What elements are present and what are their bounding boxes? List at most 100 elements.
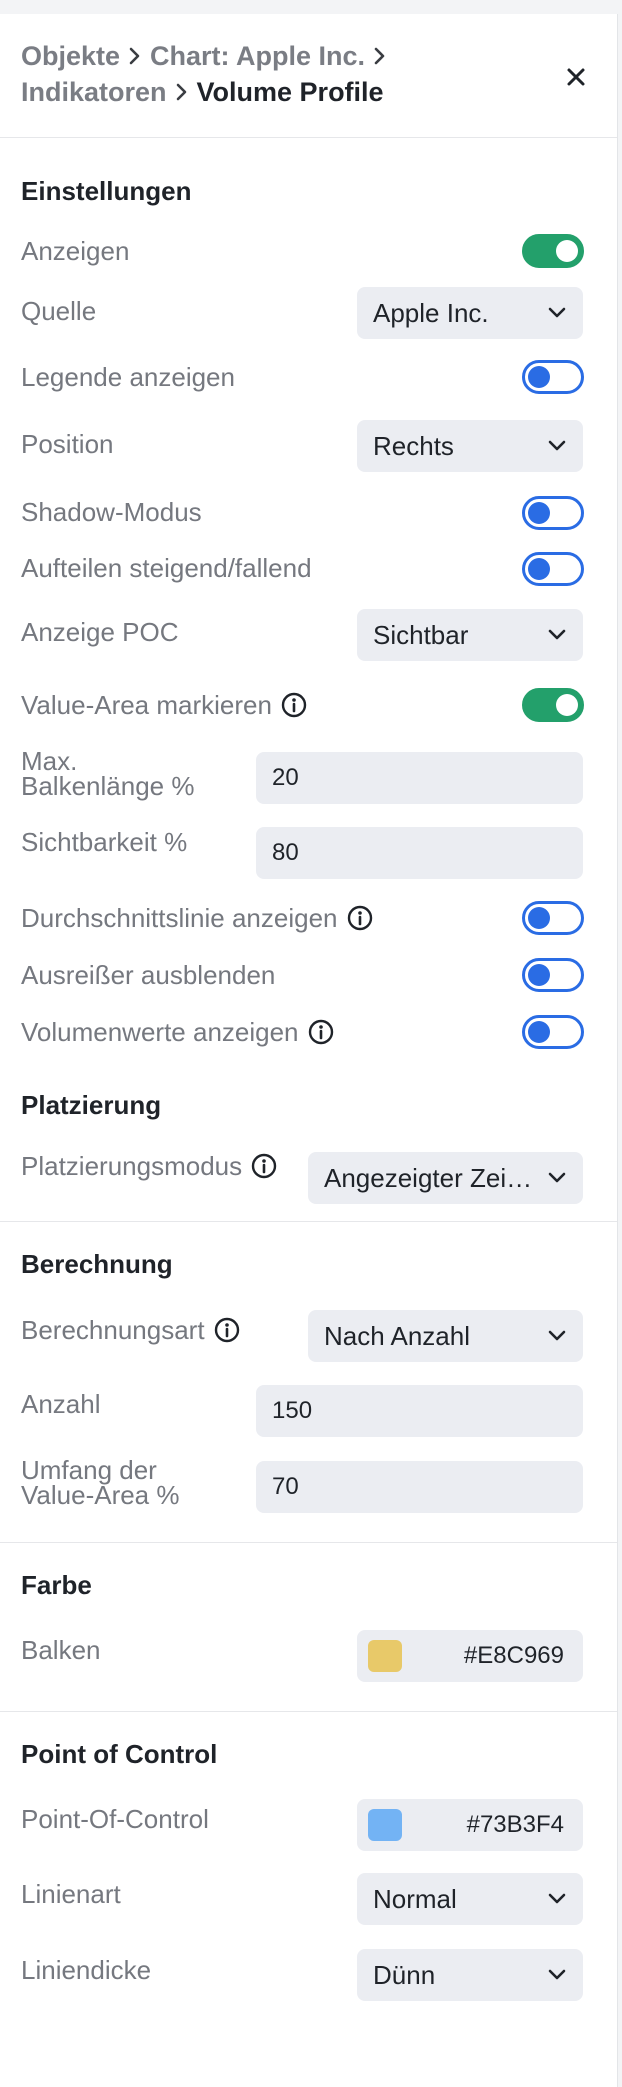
row-label: Value-Area markieren [21,690,308,720]
value-area-input[interactable]: 70 [256,1461,583,1513]
color-swatch [368,1809,402,1841]
row-label: Liniendicke [21,1955,152,1985]
chevron-down-icon [548,307,566,318]
show-toggle[interactable] [522,234,584,268]
position-select[interactable]: Rechts [357,420,583,472]
chevron-right-icon [167,74,197,110]
line-width-select[interactable]: Dünn [357,1949,583,2001]
section-farbe: Farbe Balken #E8C969 [0,1542,617,1697]
row-ausreisser: Ausreißer ausblenden [0,945,617,1005]
line-type-select[interactable]: Normal [357,1873,583,1925]
bars-color-picker[interactable]: #E8C969 [357,1630,583,1682]
placement-mode-select[interactable]: Angezeigter Zeitraum [308,1152,583,1204]
row-label: Aufteilen steigend/fallend [21,553,312,583]
visibility-input[interactable]: 80 [256,827,583,879]
section-title-platzierung: Platzierung [21,1090,162,1120]
row-label-text: Platzierungsmodus [21,1151,243,1181]
breadcrumb: Objekte Chart: Apple Inc. Indikatoren Volum… [21,38,541,110]
poc-select[interactable]: Sichtbar [357,609,583,661]
info-icon[interactable] [213,1316,241,1344]
row-label-line-2: Balkenlänge % [21,771,195,801]
volume-values-toggle[interactable] [522,1015,584,1049]
row-value-area: Value-Area markieren [0,675,617,735]
row-quelle: Quelle Apple Inc. [0,281,617,351]
breadcrumb-indikatoren[interactable]: Indikatoren [21,77,167,107]
toggle-knob [556,694,578,716]
count-input[interactable]: 150 [256,1385,583,1437]
chevron-down-icon [548,440,566,451]
shadow-toggle[interactable] [522,496,584,530]
row-label: Platzierungsmodus [21,1151,278,1181]
chevron-down-icon [548,1330,566,1341]
row-poc: Anzeige POC Sichtbar [0,603,617,673]
breadcrumb-chart[interactable]: Chart: Apple Inc. [150,41,365,71]
chevron-down-icon [548,1893,566,1904]
chevron-right-icon [365,38,395,74]
row-balken: Balken #E8C969 [0,1621,617,1691]
row-anzeigen: Anzeigen [0,221,617,281]
toggle-knob [528,558,550,580]
split-toggle[interactable] [522,552,584,586]
row-label-text: Berechnungsart [21,1315,205,1345]
row-label-text: Value-Area markieren [21,690,272,720]
section-title: Farbe [21,1570,92,1600]
close-icon[interactable] [561,62,591,92]
max-bar-length-input[interactable]: 20 [256,752,583,804]
row-durchschnitt: Durchschnittslinie anzeigen [0,888,617,948]
info-icon[interactable] [346,904,374,932]
calculation-type-select[interactable]: Nach Anzahl [308,1310,583,1362]
info-icon[interactable] [250,1152,278,1180]
row-max-balken: Max. Balkenlänge % 20 [0,737,617,809]
row-label: Shadow-Modus [21,497,202,527]
row-label: Volumenwerte anzeigen [21,1017,335,1047]
toggle-knob [528,964,550,986]
chevron-down-icon [548,629,566,640]
row-label: Linienart [21,1879,121,1909]
breadcrumb-current: Volume Profile [196,77,384,107]
row-label: Anzahl [21,1389,101,1419]
toggle-knob [556,240,578,262]
legend-toggle[interactable] [522,360,584,394]
row-label-line-2: Value-Area % [21,1480,180,1510]
breadcrumb-objekte[interactable]: Objekte [21,41,120,71]
row-label: Ausreißer ausblenden [21,960,276,990]
section-title: Point of Control [21,1739,218,1769]
row-label: Point-Of-Control [21,1804,209,1834]
row-aufteilen: Aufteilen steigend/fallend [0,541,617,597]
row-platzierungsmodus: Platzierungsmodus Angezeigter Zeitraum [0,1138,617,1208]
info-icon[interactable] [280,691,308,719]
section-title: Einstellungen [21,176,192,206]
section-einstellungen: Einstellungen Anzeigen Quelle Apple Inc.… [0,139,617,1204]
row-label: Berechnungsart [21,1315,241,1345]
row-label: Anzeige POC [21,617,179,647]
toggle-knob [528,1021,550,1043]
source-select[interactable]: Apple Inc. [357,287,583,339]
row-label: Anzeigen [21,236,130,266]
toggle-knob [528,907,550,929]
section-point-of-control: Point of Control Point-Of-Control #73B3F… [0,1711,617,2031]
row-shadow: Shadow-Modus [0,485,617,541]
row-label-text: Volumenwerte anzeigen [21,1017,299,1047]
avg-line-toggle[interactable] [522,901,584,935]
row-label: Legende anzeigen [21,362,235,392]
row-label: Position [21,429,114,459]
value-area-toggle[interactable] [522,688,584,722]
row-label: Max. Balkenlänge % [21,748,195,801]
settings-panel: Objekte Chart: Apple Inc. Indikatoren Volum… [0,14,618,2087]
row-label: Sichtbarkeit % [21,827,188,857]
row-label: Umfang der Value-Area % [21,1457,180,1510]
poc-color-picker[interactable]: #73B3F4 [357,1799,583,1851]
row-label: Quelle [21,296,97,326]
row-value-area-umfang: Umfang der Value-Area % 70 [0,1447,617,1527]
toggle-knob [528,366,550,388]
section-berechnung: Berechnung Berechnungsart Nach Anzahl An… [0,1221,617,1556]
row-poc-color: Point-Of-Control #73B3F4 [0,1790,617,1860]
row-sichtbarkeit: Sichtbarkeit % 80 [0,812,617,882]
color-hex: #E8C969 [463,1642,564,1669]
row-berechnungsart: Berechnungsart Nach Anzahl [0,1302,617,1372]
chevron-right-icon [120,38,150,74]
row-volumenwerte: Volumenwerte anzeigen [0,1002,617,1062]
outliers-toggle[interactable] [522,958,584,992]
row-position: Position Rechts [0,414,617,484]
info-icon[interactable] [307,1018,335,1046]
